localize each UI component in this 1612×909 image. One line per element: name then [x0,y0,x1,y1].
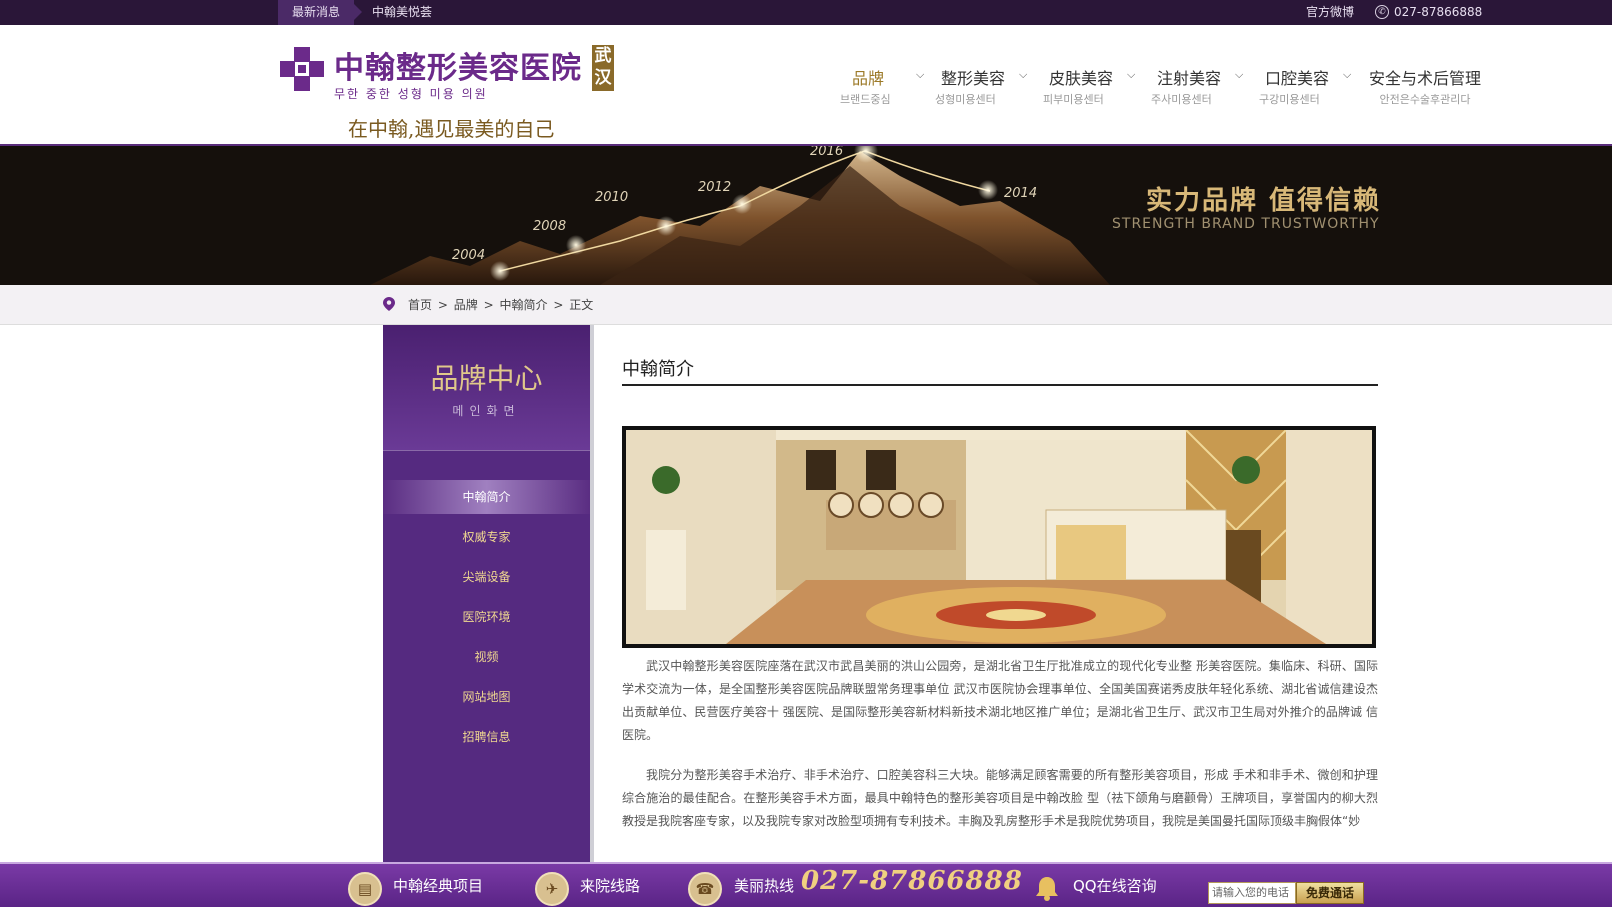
main-content: 中翰简介 武汉中翰整形美容医院座落在武汉市武昌美丽的洪山公园旁，是湖北省卫生厅批… [622,325,1378,862]
news-tag: 最新消息 [278,0,362,25]
breadcrumb-separator: > [553,298,564,312]
nav-item-injection[interactable]: 注射美容 주사미용센터 ⌵ [1151,65,1251,115]
location-pin-icon [383,297,395,311]
telephone-icon: ☎ [688,872,722,906]
phone-icon: ✆ [1375,5,1389,19]
plane-icon: ✈ [535,872,569,906]
sidebar-item-video[interactable]: 视频 [383,640,590,674]
logo-city: 武汉 [592,45,614,91]
banner-title: 实力品牌 值得信赖 [1146,186,1382,216]
bottom-contact-bar: ▤ 中翰经典项目 ✈ 来院线路 ☎ 美丽热线 027-87866888 QQ在线… [0,862,1612,907]
breadcrumb-separator: > [483,298,494,312]
sidebar-item-equipment[interactable]: 尖端设备 [383,560,590,594]
breadcrumb-home[interactable]: 首页 [408,298,432,312]
nav-sublabel: 안전은수술후관리다 [1379,93,1471,106]
page-title: 中翰简介 [622,359,694,380]
intro-paragraph-1: 武汉中翰整形美容医院座落在武汉市武昌美丽的洪山公园旁，是湖北省卫生厅批准成立的现… [622,659,1378,742]
sidebar: 品牌中心 메인화면 中翰简介 权威专家 尖端设备 医院环境 视频 网站地图 招聘… [383,325,594,862]
sidebar-header: 品牌中心 메인화면 [383,325,590,451]
sidebar-item-sitemap[interactable]: 网站地图 [383,680,590,714]
breadcrumb-intro[interactable]: 中翰简介 [499,298,547,312]
breadcrumb-separator: > [437,298,448,312]
sidebar-title: 品牌中心 [430,362,543,395]
nav-sublabel: 피부미용센터 [1043,93,1104,106]
nav-item-plastic[interactable]: 整形美容 성형미용센터 ⌵ [935,65,1035,115]
chevron-down-icon: ⌵ [1235,68,1244,81]
lobby-illustration [626,430,1372,644]
nav-item-brand[interactable]: 品牌 브랜드중심 ⌵ [840,65,930,115]
phone-input[interactable]: 请输入您的电话 [1208,882,1296,904]
nav-item-safety[interactable]: 安全与术后管理 안전은수술후관리다 [1367,65,1483,115]
nav-item-skin[interactable]: 皮肤美容 피부미용센터 ⌵ [1043,65,1143,115]
logo[interactable]: 中翰整形美容医院 武汉 무한 중한 성형 미용 의원 在中翰,遇见最美的自己 [278,43,618,143]
chevron-down-icon: ⌵ [1127,68,1136,81]
nav-sublabel: 주사미용센터 [1151,93,1212,106]
free-call-button[interactable]: 免费通话 [1296,882,1364,904]
sidebar-item-experts[interactable]: 权威专家 [383,520,590,554]
hero-banner: 2004 2008 2010 2012 2016 2014 实力品牌 值得信赖 … [0,146,1612,285]
nav-item-oral[interactable]: 口腔美容 구강미용센터 ⌵ [1259,65,1359,115]
breadcrumb-brand[interactable]: 品牌 [454,298,478,312]
breadcrumb-current: 正文 [569,298,594,312]
sidebar-item-jobs[interactable]: 招聘信息 [383,720,590,754]
sidebar-item-intro[interactable]: 中翰简介 [383,480,590,514]
year-label: 2010 [595,190,629,205]
hotline-number: 027-87866888 [801,866,1023,896]
qq-consult-link[interactable]: QQ在线咨询 [1073,864,1157,909]
sidebar-item-environment[interactable]: 医院环境 [383,600,590,634]
year-label: 2012 [698,180,732,195]
bell-icon [1036,877,1058,901]
nav-label: 安全与术后管理 [1368,69,1481,88]
logo-korean: 무한 중한 성형 미용 의원 [334,87,488,101]
news-link[interactable]: 中翰美悦荟 [372,0,432,24]
site-header: 中翰整形美容医院 武汉 무한 중한 성형 미용 의원 在中翰,遇见最美的自己 品… [0,25,1612,146]
hotline-label: 美丽热线 [734,877,795,895]
lobby-photo [622,426,1376,648]
box-icon: ▤ [348,872,382,906]
nav-sublabel: 성형미용센터 [935,93,996,106]
route-link[interactable]: 来院线路 [580,864,640,909]
nav-sublabel: 구강미용센터 [1259,93,1320,106]
banner-subtitle: STRENGTH BRAND TRUSTWORTHY [1112,216,1380,232]
year-label: 2016 [810,146,844,159]
chevron-down-icon: ⌵ [916,68,925,81]
classic-projects-link[interactable]: 中翰经典项目 [393,864,483,909]
top-bar: 最新消息 中翰美悦荟 官方微博 ✆ 027-87866888 [0,0,1612,25]
intro-paragraph-2: 我院分为整形美容手术治疗、非手术治疗、口腔美容科三大块。能够满足顾客需要的所有整… [622,768,1378,828]
chevron-down-icon: ⌵ [1343,68,1352,81]
breadcrumb: 首页 > 品牌 > 中翰简介 > 正文 [407,285,594,325]
year-label: 2014 [1004,186,1038,201]
breadcrumb-bar: 首页 > 品牌 > 中翰简介 > 正文 [0,285,1612,325]
sidebar-subtitle: 메인화면 [452,404,521,418]
logo-cross-icon [280,47,324,91]
top-phone: 027-87866888 [1394,5,1483,19]
year-label: 2004 [452,248,486,263]
logo-name: 中翰整形美容医院 [334,51,582,86]
logo-slogan: 在中翰,遇见最美的自己 [348,117,555,141]
nav-sublabel: 브랜드중심 [840,93,891,106]
chevron-down-icon: ⌵ [1019,68,1028,81]
weibo-link[interactable]: 官方微博 [1306,0,1354,24]
year-label: 2008 [533,219,567,234]
title-divider [622,384,1378,386]
